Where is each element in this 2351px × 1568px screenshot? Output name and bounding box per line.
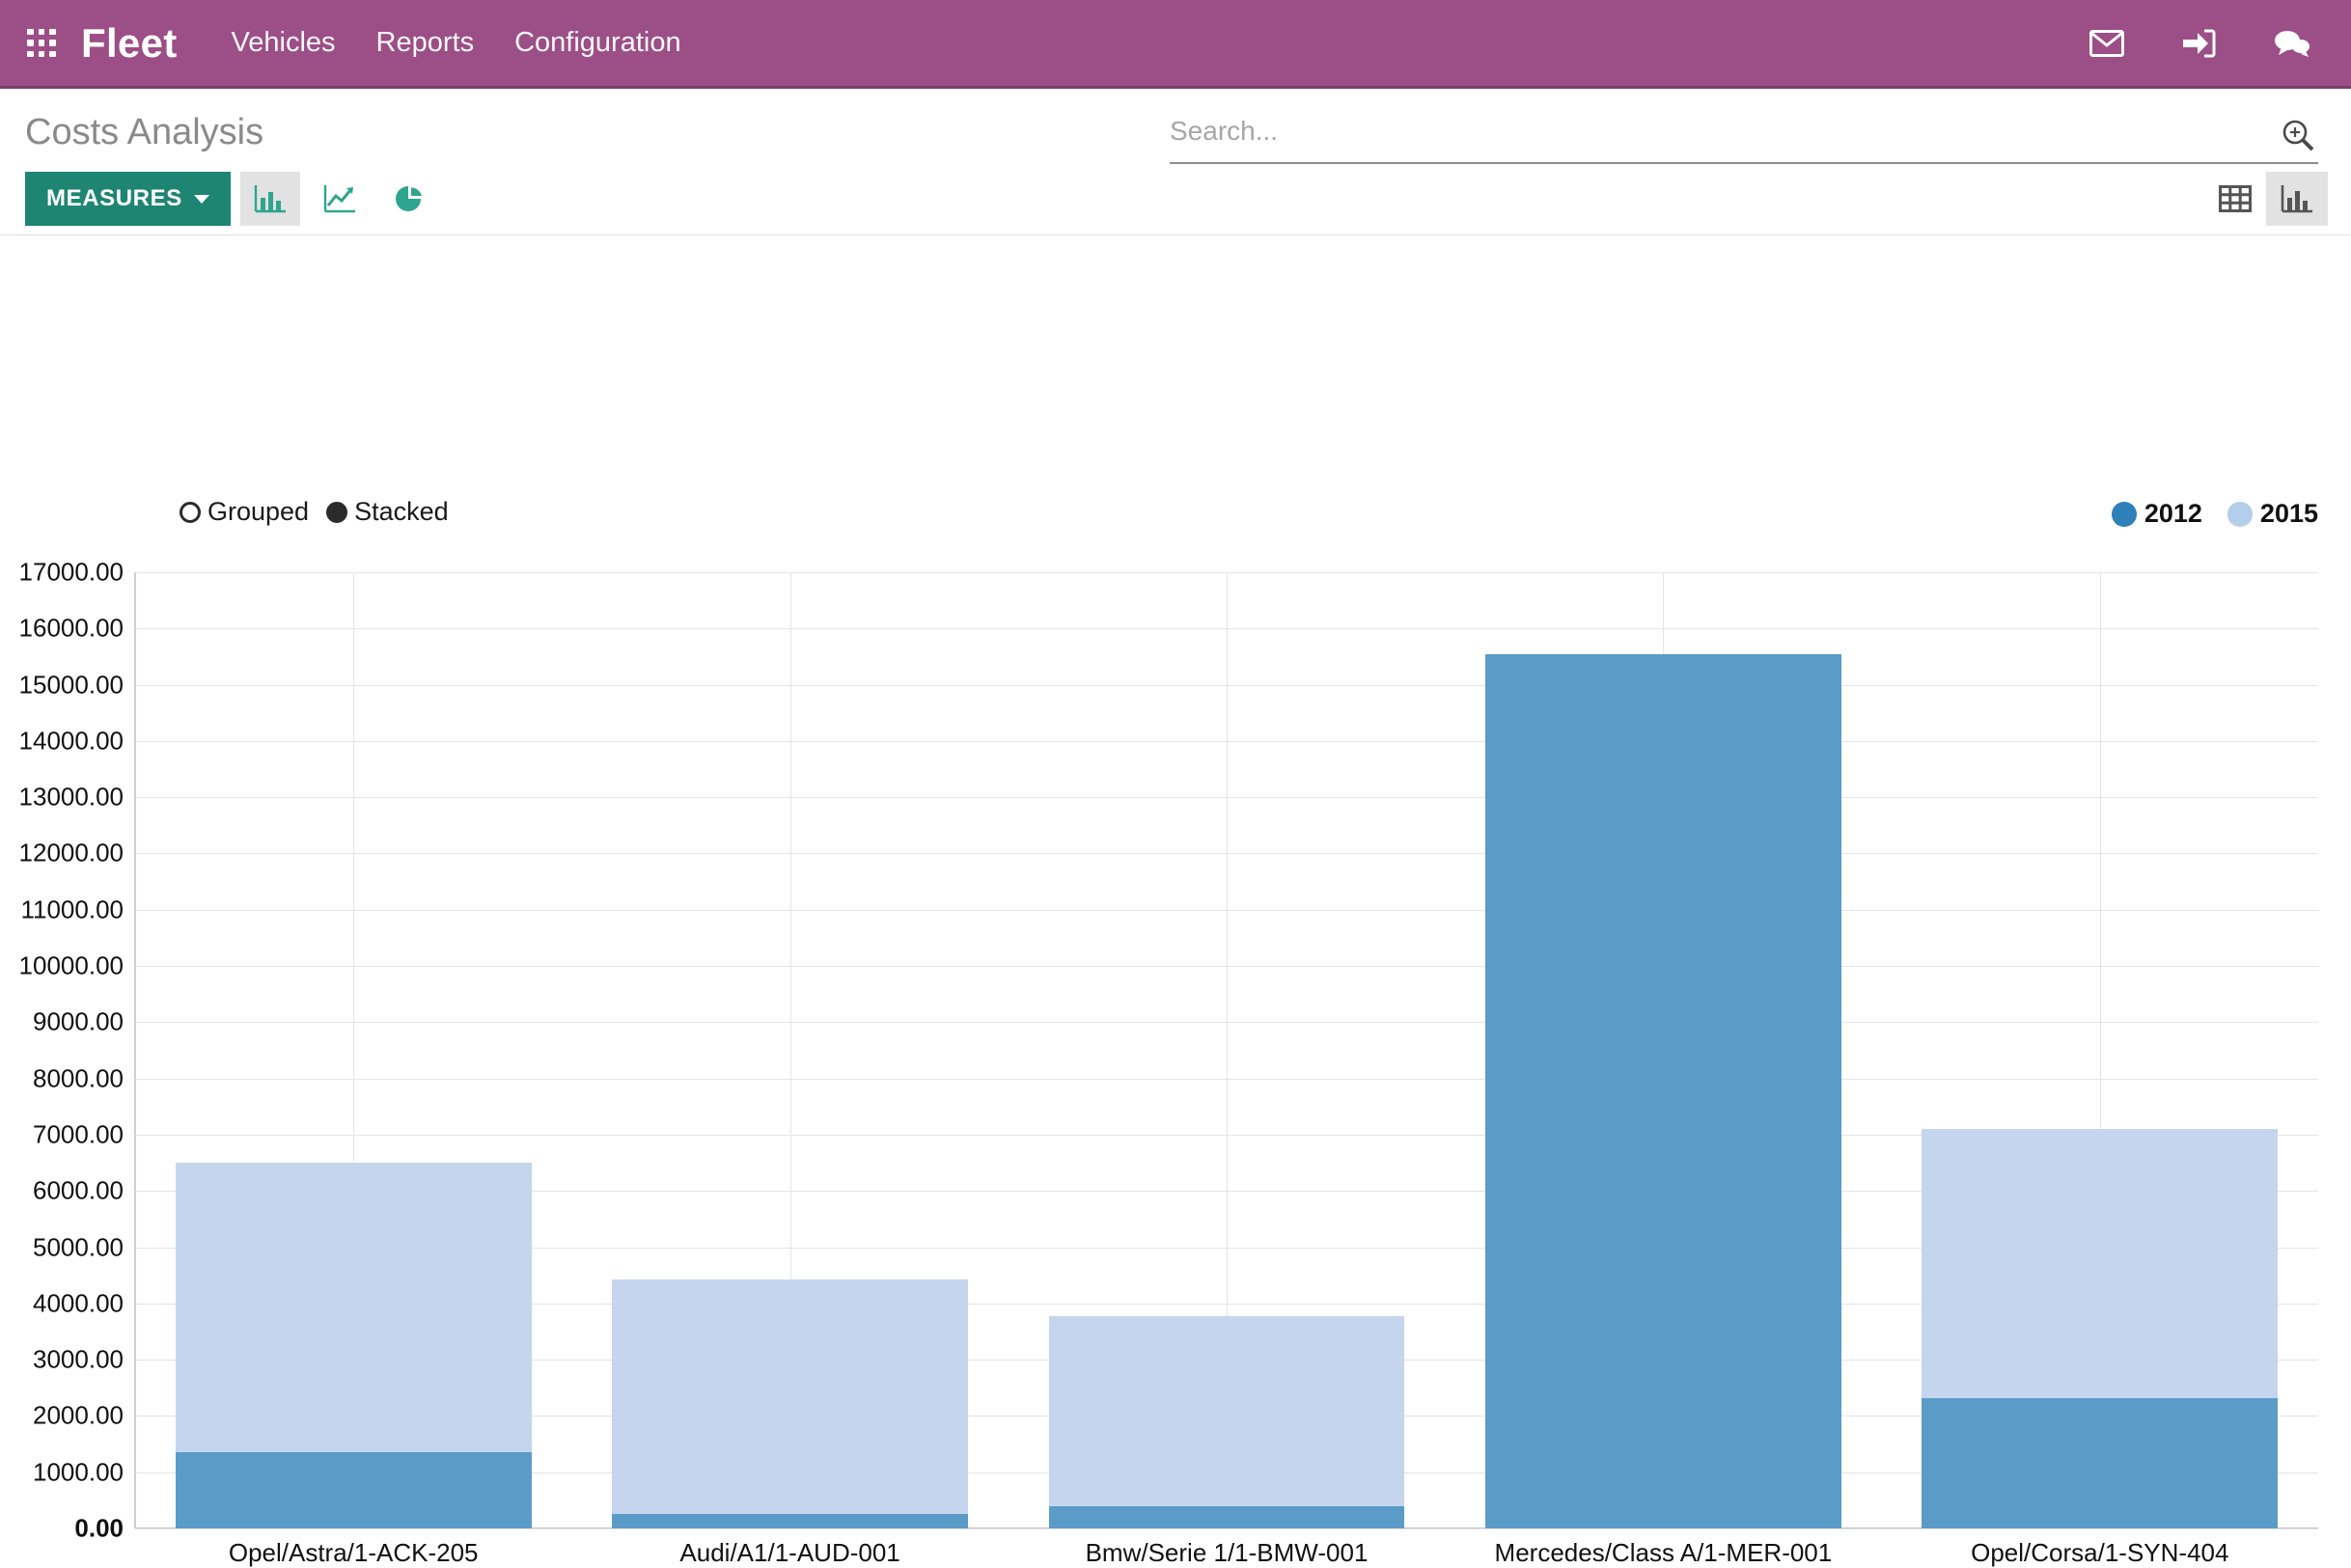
- y-axis-tick-label: 1000.00: [33, 1457, 124, 1487]
- bar-segment-2015[interactable]: [612, 1279, 968, 1515]
- y-axis-tick-label: 4000.00: [33, 1288, 124, 1318]
- bar-stack[interactable]: [1485, 653, 1841, 1528]
- gridline: [135, 1528, 2318, 1529]
- nav-item-vehicles[interactable]: Vehicles: [232, 27, 336, 59]
- y-axis-tick-label: 9000.00: [33, 1006, 124, 1036]
- apps-grid-icon[interactable]: [27, 28, 56, 58]
- legend-item-2015[interactable]: 2015: [2227, 499, 2318, 529]
- y-axis-tick-label: 8000.00: [33, 1063, 124, 1093]
- bar-segment-2012[interactable]: [612, 1514, 968, 1528]
- y-axis-line: [134, 572, 136, 1528]
- chart-toolbar: MEASURES: [25, 172, 439, 226]
- legend-label-2012: 2012: [2144, 499, 2202, 528]
- y-axis-tick-label: 16000.00: [18, 613, 124, 643]
- top-navigation-bar: Fleet Vehicles Reports Configuration: [0, 0, 2351, 89]
- chart-legend: 2012 2015: [2111, 499, 2318, 529]
- y-axis-tick-label: 5000.00: [33, 1232, 124, 1262]
- option-grouped-label: Grouped: [207, 497, 310, 526]
- x-axis-tick-label: Mercedes/Class A/1-MER-001: [1494, 1538, 1833, 1567]
- control-area: Costs Analysis MEASURES: [0, 89, 2351, 235]
- legend-swatch-2012: [2111, 501, 2137, 527]
- measures-button-label: MEASURES: [46, 185, 182, 211]
- option-stacked-label: Stacked: [354, 497, 449, 526]
- pie-chart-icon[interactable]: [379, 172, 439, 226]
- bar-stack[interactable]: [1048, 1316, 1405, 1528]
- y-axis-tick-label: 13000.00: [18, 782, 124, 812]
- bar-segment-2015[interactable]: [1048, 1316, 1405, 1506]
- y-axis-tick-label: 2000.00: [33, 1400, 124, 1430]
- x-axis-tick-label: Opel/Astra/1-ACK-205: [228, 1538, 479, 1567]
- radio-stacked-icon[interactable]: [326, 501, 348, 523]
- bar-chart-icon[interactable]: [239, 172, 300, 226]
- y-axis-tick-label: 15000.00: [18, 670, 124, 700]
- y-axis-tick-label: 3000.00: [33, 1344, 124, 1374]
- view-toggle-group: [2204, 172, 2328, 226]
- y-axis-tick-label: 6000.00: [33, 1175, 124, 1205]
- brand-logo[interactable]: Fleet: [81, 22, 178, 64]
- search-bar: [1170, 108, 2318, 164]
- option-grouped[interactable]: Grouped: [180, 497, 309, 527]
- option-stacked[interactable]: Stacked: [326, 497, 449, 527]
- bar-stack[interactable]: [612, 1279, 968, 1528]
- chevron-down-icon: [193, 194, 209, 204]
- search-input[interactable]: [1170, 116, 2278, 154]
- chat-icon[interactable]: [2274, 25, 2310, 62]
- graph-view-icon[interactable]: [2266, 172, 2328, 226]
- bar-segment-2012[interactable]: [1048, 1505, 1405, 1528]
- nav-item-reports[interactable]: Reports: [376, 27, 475, 59]
- mail-icon[interactable]: [2088, 25, 2125, 62]
- y-axis-tick-label: 14000.00: [18, 726, 124, 756]
- pivot-table-view-icon[interactable]: [2204, 172, 2266, 226]
- x-axis-tick-label: Opel/Corsa/1-SYN-404: [1971, 1538, 2229, 1567]
- y-axis-tick-label: 11000.00: [20, 894, 124, 924]
- x-axis-tick-label: Audi/A1/1-AUD-001: [679, 1538, 900, 1567]
- bar-segment-2012[interactable]: [175, 1452, 532, 1528]
- legend-swatch-2015: [2227, 501, 2253, 527]
- y-axis-tick-label: 17000.00: [18, 557, 124, 587]
- bar-segment-2015[interactable]: [1922, 1129, 2279, 1398]
- page-title: Costs Analysis: [25, 112, 264, 152]
- y-axis-tick-label: 7000.00: [33, 1119, 124, 1149]
- stack-mode-options: Grouped Stacked: [180, 497, 449, 527]
- line-chart-icon[interactable]: [310, 172, 370, 226]
- bar-stack[interactable]: [175, 1163, 532, 1528]
- sign-in-icon[interactable]: [2181, 25, 2218, 62]
- chart-region: Grouped Stacked 2012 2015 17000.00 16000.…: [0, 236, 2351, 1567]
- bar-segment-2012[interactable]: [1485, 653, 1841, 1528]
- y-axis-tick-label: 12000.00: [18, 838, 124, 867]
- measures-button[interactable]: MEASURES: [25, 172, 231, 226]
- search-plus-icon[interactable]: [2278, 115, 2318, 155]
- chart-plot-area[interactable]: 17000.00 16000.00 15000.00 14000.00 13000.00…: [19, 558, 2318, 1567]
- bar-segment-2015[interactable]: [175, 1163, 532, 1453]
- bar-segment-2012[interactable]: [1922, 1397, 2279, 1528]
- bar-stack[interactable]: [1922, 1129, 2279, 1528]
- x-axis-tick-label: Bmw/Serie 1/1-BMW-001: [1085, 1538, 1369, 1567]
- nav-item-configuration[interactable]: Configuration: [514, 27, 681, 59]
- y-axis-tick-label: 0.00: [74, 1513, 124, 1543]
- legend-item-2012[interactable]: 2012: [2111, 499, 2202, 529]
- radio-grouped-icon[interactable]: [180, 501, 201, 523]
- nav-right-icons: [2088, 25, 2351, 62]
- legend-label-2015: 2015: [2259, 499, 2318, 528]
- y-axis-tick-label: 10000.00: [18, 950, 124, 980]
